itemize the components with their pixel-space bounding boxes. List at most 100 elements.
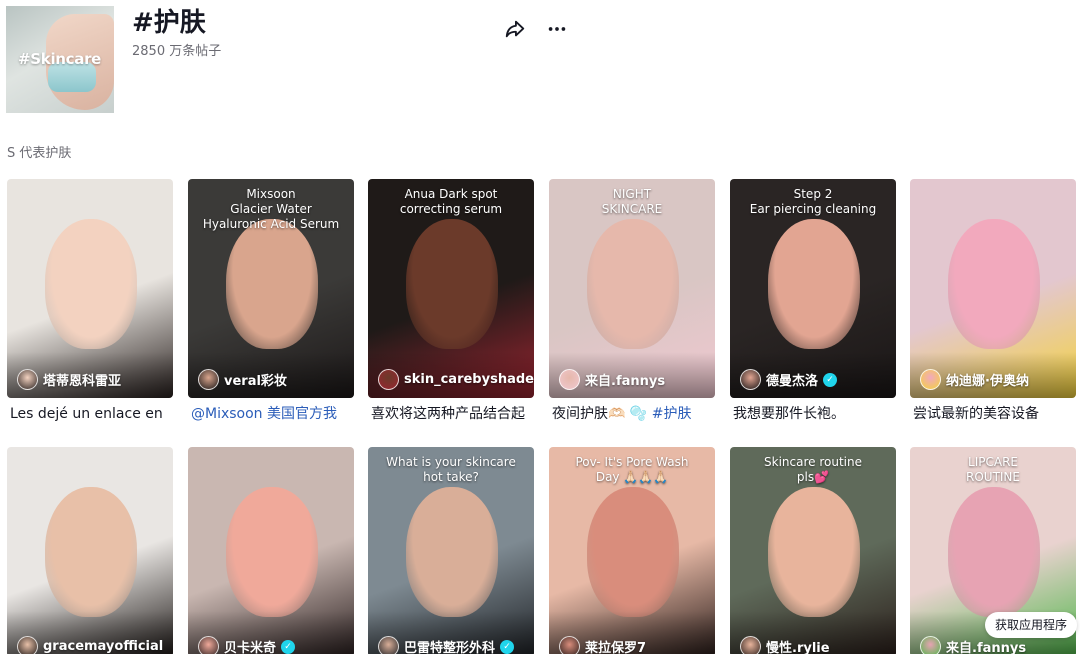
video-card[interactable]: Anua Dark spot correcting serum skin_care… <box>368 179 534 425</box>
caption-text: 尝试最新的美容设备 <box>913 406 1039 422</box>
video-card[interactable]: What is your skincare hot take? 巴雷特整形外科 ✓ <box>368 447 534 654</box>
avatar[interactable] <box>920 369 941 390</box>
video-overlay-text: Skincare routine pls💕 <box>764 455 862 484</box>
video-thumbnail[interactable]: NIGHT SKINCARE 来自.fannys <box>549 179 715 398</box>
thumbnail-subject-graphic <box>587 487 679 617</box>
video-author[interactable]: 来自.fannys <box>920 636 1026 654</box>
avatar[interactable] <box>17 636 38 654</box>
author-name[interactable]: 来自.fannys <box>946 637 1026 654</box>
thumbnail-subject-graphic <box>406 487 498 617</box>
get-app-button[interactable]: 获取应用程序 <box>985 612 1078 638</box>
video-thumbnail[interactable]: Step 2 Ear piercing cleaning 德曼杰洛 ✓ <box>730 179 896 398</box>
author-name[interactable]: gracemayofficial <box>43 639 163 654</box>
avatar[interactable] <box>198 636 219 654</box>
video-card[interactable]: gracemayofficial <box>7 447 173 654</box>
video-overlay-text: What is your skincare hot take? <box>386 455 516 484</box>
caption-text: 喜欢将这两种产品结合起 <box>371 406 525 422</box>
thumbnail-subject-graphic <box>768 487 860 617</box>
caption-text: 夜间护肤🫶🏻 🫧 <box>552 406 652 422</box>
author-name[interactable]: 巴雷特整形外科 <box>404 637 495 654</box>
video-caption[interactable]: 我想要那件长袍。 <box>733 405 896 423</box>
video-card[interactable]: Pov- It's Pore Wash Day 🙏🏻🙏🏻🙏🏻 莱拉保罗7 <box>549 447 715 654</box>
video-thumbnail[interactable]: 贝卡米奇 ✓ <box>188 447 354 654</box>
avatar[interactable] <box>559 636 580 654</box>
video-card[interactable]: Step 2 Ear piercing cleaning 德曼杰洛 ✓ 我想要那件长袍… <box>730 179 896 425</box>
video-caption[interactable]: 夜间护肤🫶🏻 🫧 #护肤 <box>552 405 715 423</box>
video-thumbnail[interactable]: Pov- It's Pore Wash Day 🙏🏻🙏🏻🙏🏻 莱拉保罗7 <box>549 447 715 654</box>
thumbnail-subject-graphic <box>948 219 1040 349</box>
video-overlay-text: LIPCARE ROUTINE <box>966 455 1020 484</box>
video-author[interactable]: skin_carebyshade <box>378 369 534 390</box>
author-name[interactable]: 慢性.rylie <box>766 637 830 654</box>
more-dots-icon[interactable] <box>544 16 570 42</box>
verified-badge-icon: ✓ <box>281 639 296 654</box>
verified-badge-icon: ✓ <box>823 372 838 387</box>
thumbnail-subject-graphic <box>406 219 498 349</box>
avatar[interactable] <box>740 369 761 390</box>
caption-text: 我想要那件长袍。 <box>733 406 845 422</box>
avatar[interactable] <box>920 636 941 654</box>
avatar[interactable] <box>559 369 580 390</box>
author-name[interactable]: 莱拉保罗7 <box>585 637 646 654</box>
video-card[interactable]: NIGHT SKINCARE 来自.fannys 夜间护肤🫶🏻 🫧 #护肤 <box>549 179 715 425</box>
video-card[interactable]: Mixsoon Glacier Water Hyaluronic Acid Se… <box>188 179 354 425</box>
video-thumbnail[interactable]: Mixsoon Glacier Water Hyaluronic Acid Se… <box>188 179 354 398</box>
video-card[interactable]: 贝卡米奇 ✓ <box>188 447 354 654</box>
video-author[interactable]: 来自.fannys <box>559 369 665 390</box>
video-thumbnail[interactable]: Anua Dark spot correcting serum skin_care… <box>368 179 534 398</box>
thumbnail-subject-graphic <box>45 487 137 617</box>
hashtag-title: #护肤 <box>132 8 206 38</box>
video-thumbnail[interactable]: What is your skincare hot take? 巴雷特整形外科 ✓ <box>368 447 534 654</box>
video-author[interactable]: 塔蒂恩科雷亚 <box>17 369 121 390</box>
avatar[interactable] <box>378 636 399 654</box>
video-card[interactable]: 纳迪娜·伊奥纳尝试最新的美容设备 <box>910 179 1076 425</box>
section-label: S 代表护肤 <box>7 146 72 161</box>
avatar[interactable] <box>17 369 38 390</box>
video-author[interactable]: veral彩妆 <box>198 369 287 390</box>
tag-header: #Skincare #护肤 2850 万条帖子 <box>6 6 1074 114</box>
cover-tag-text: #Skincare <box>18 50 102 68</box>
video-caption[interactable]: @Mixsoon 美国官方我 <box>191 405 354 423</box>
video-author[interactable]: 慢性.rylie <box>740 636 830 654</box>
author-name[interactable]: 纳迪娜·伊奥纳 <box>946 370 1029 389</box>
author-name[interactable]: skin_carebyshade <box>404 372 534 387</box>
hashtag-cover-image: #Skincare <box>6 6 114 113</box>
author-name[interactable]: 来自.fannys <box>585 370 665 389</box>
author-name[interactable]: 贝卡米奇 <box>224 637 276 654</box>
author-name[interactable]: veral彩妆 <box>224 370 287 389</box>
video-thumbnail[interactable]: Skincare routine pls💕 慢性.rylie <box>730 447 896 654</box>
video-overlay-text: Anua Dark spot correcting serum <box>399 187 503 216</box>
video-caption[interactable]: Les dejé un enlace en <box>10 405 173 423</box>
video-author[interactable]: 巴雷特整形外科 ✓ <box>378 636 515 654</box>
thumbnail-subject-graphic <box>768 219 860 349</box>
video-author[interactable]: 纳迪娜·伊奥纳 <box>920 369 1029 390</box>
video-caption[interactable]: 喜欢将这两种产品结合起 <box>371 405 534 423</box>
thumbnail-subject-graphic <box>226 487 318 617</box>
video-caption[interactable]: 尝试最新的美容设备 <box>913 405 1076 423</box>
video-card[interactable]: Skincare routine pls💕 慢性.rylie <box>730 447 896 654</box>
video-overlay-text: NIGHT SKINCARE <box>601 187 663 216</box>
author-name[interactable]: 塔蒂恩科雷亚 <box>43 370 121 389</box>
thumbnail-subject-graphic <box>226 219 318 349</box>
verified-badge-icon: ✓ <box>500 639 515 654</box>
video-overlay-text: Step 2 Ear piercing cleaning <box>749 187 877 216</box>
video-author[interactable]: 德曼杰洛 ✓ <box>740 369 838 390</box>
avatar[interactable] <box>378 369 399 390</box>
author-name[interactable]: 德曼杰洛 <box>766 370 818 389</box>
caption-link[interactable]: #护肤 <box>652 406 692 422</box>
post-count: 2850 万条帖子 <box>132 44 222 59</box>
video-thumbnail[interactable]: gracemayofficial <box>7 447 173 654</box>
avatar[interactable] <box>740 636 761 654</box>
thumbnail-subject-graphic <box>45 219 137 349</box>
video-thumbnail[interactable]: 纳迪娜·伊奥纳 <box>910 179 1076 398</box>
video-card[interactable]: 塔蒂恩科雷亚 Les dejé un enlace en <box>7 179 173 425</box>
thumbnail-subject-graphic <box>948 487 1040 617</box>
video-author[interactable]: 莱拉保罗7 <box>559 636 646 654</box>
avatar[interactable] <box>198 369 219 390</box>
video-author[interactable]: gracemayofficial <box>17 636 163 654</box>
caption-link[interactable]: @Mixsoon 美国官方我 <box>191 406 337 422</box>
video-thumbnail[interactable]: 塔蒂恩科雷亚 <box>7 179 173 398</box>
video-author[interactable]: 贝卡米奇 ✓ <box>198 636 296 654</box>
header-actions <box>502 16 570 42</box>
share-icon[interactable] <box>502 16 528 42</box>
